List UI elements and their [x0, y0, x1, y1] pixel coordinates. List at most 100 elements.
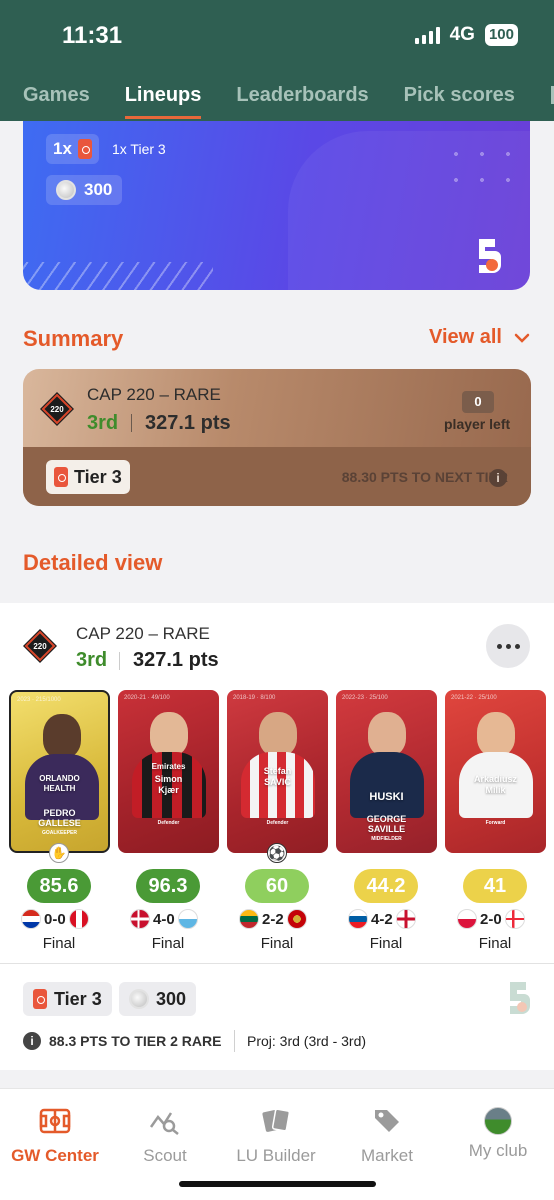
player-score: 85.6 — [27, 869, 91, 903]
scout-icon — [149, 1112, 179, 1135]
card-player-last-name: Milik — [485, 785, 506, 795]
signal-icon — [414, 26, 440, 44]
app-header: 11:31 4G 100 Games Lineups Leaderboards … — [0, 0, 554, 121]
tab-lineups[interactable]: Lineups — [124, 84, 201, 119]
player-score: 44.2 — [354, 869, 418, 903]
coin-icon — [56, 180, 76, 200]
card-player-last-name: SAVIĆ — [264, 777, 291, 787]
nav-my-club[interactable]: My club — [443, 1107, 553, 1161]
ball-icon: ⚽ — [267, 843, 287, 863]
match-status: Final — [42, 935, 76, 952]
coin-chip: 300 — [46, 175, 123, 205]
tier-card-icon — [77, 139, 92, 159]
card-sponsor: Emirates — [151, 762, 186, 771]
card-sponsor: ORLANDO — [39, 774, 80, 783]
multiplier-chip: 1x — [46, 134, 99, 164]
competition-diamond-icon: 220 — [40, 392, 74, 426]
detail-tier-chip: Tier 3 — [23, 982, 112, 1016]
club-avatar-icon — [484, 1107, 512, 1135]
detail-competition-name: CAP 220 – RARE — [76, 624, 210, 643]
coin-icon — [129, 989, 149, 1009]
card-sponsor: HEALTH — [43, 784, 76, 793]
card-player-last-name: SAVILLE — [367, 824, 406, 834]
card-player-first-name: Stefan — [263, 766, 292, 776]
northern-ireland-flag-icon — [395, 909, 416, 929]
sorare-logo-icon — [479, 239, 501, 273]
player-card-kjaer[interactable]: 2020-21 · 49/100 Emirates Simon Kjær Def… — [118, 690, 219, 853]
players-left-label: player left — [444, 416, 511, 432]
peru-flag-icon — [68, 909, 89, 929]
summary-tier-chip: Tier 3 — [46, 460, 130, 494]
san-marino-flag-icon — [177, 909, 198, 929]
card-position: Defender — [157, 820, 180, 826]
info-icon[interactable]: i — [23, 1032, 41, 1050]
card-player-last-name: Kjær — [158, 785, 179, 795]
reward-card[interactable]: 1x 1x Tier 3 300 — [23, 121, 530, 290]
tab-games[interactable]: Games — [23, 84, 90, 107]
player-card-gallese[interactable]: 2023 · 215/1000 ORLANDO HEALTH PEDRO GAL… — [9, 690, 110, 853]
nav-scout[interactable]: Scout — [110, 1107, 220, 1166]
tier-card-icon — [54, 467, 68, 487]
tag-icon — [375, 1110, 399, 1132]
match-result: 2-2 — [239, 909, 307, 929]
info-icon[interactable]: i — [489, 469, 507, 487]
card-player-first-name: Arkadiusz — [473, 774, 517, 784]
match-status: Final — [260, 935, 294, 952]
pts-to-tier-text: 88.3 PTS TO TIER 2 RARE — [49, 1033, 222, 1049]
card-player-last-name: GALLESE — [38, 818, 81, 828]
card-position: MIDFIELDER — [371, 836, 402, 842]
lithuania-flag-icon — [239, 909, 259, 929]
card-player-first-name: Simon — [154, 774, 183, 784]
summary-competition-name: CAP 220 – RARE — [87, 385, 221, 404]
card-player-first-name: GEORGE — [366, 814, 407, 824]
nav-lu-builder[interactable]: LU Builder — [221, 1107, 331, 1166]
next-tier-text: 88.30 PTS TO NEXT TIER — [341, 469, 508, 485]
match-status: Final — [151, 935, 185, 952]
view-all-button[interactable]: View all — [429, 326, 530, 349]
summary-title: Summary — [23, 326, 124, 351]
card-position: Defender — [266, 820, 289, 826]
players-left-count: 0 — [462, 391, 494, 413]
match-result: 2-0 — [457, 909, 525, 929]
svg-text:220: 220 — [50, 405, 64, 414]
detail-rank: 3rd — [76, 649, 108, 671]
projection-text: Proj: 3rd (3rd - 3rd) — [247, 1033, 367, 1049]
summary-points: 327.1 pts — [145, 412, 231, 434]
card-player-first-name: PEDRO — [43, 808, 76, 818]
match-result: 4-0 — [130, 909, 198, 929]
sorare-logo-icon — [510, 982, 530, 1014]
match-status: Final — [478, 935, 512, 952]
tab-leaderboards[interactable]: Leaderboards — [236, 84, 368, 107]
decorative-stripes — [23, 262, 213, 290]
top-tabs: Games Lineups Leaderboards Pick scores — [23, 84, 515, 119]
competition-diamond-icon: 220 — [23, 629, 57, 663]
nav-market[interactable]: Market — [332, 1107, 442, 1166]
slovenia-flag-icon — [348, 909, 368, 929]
card-sponsor: HUSKI — [369, 791, 404, 803]
status-indicators: 4G 100 — [414, 24, 518, 46]
match-result: 4-2 — [348, 909, 416, 929]
cards-icon — [262, 1108, 291, 1132]
home-indicator — [179, 1181, 376, 1187]
status-time: 11:31 — [62, 22, 123, 49]
player-score: 60 — [245, 869, 309, 903]
nav-gw-center[interactable]: GW Center — [0, 1107, 110, 1166]
paraguay-flag-icon — [21, 909, 41, 929]
player-score: 41 — [463, 869, 527, 903]
player-card-milik[interactable]: 2021-22 · 25/100 Arkadiusz Milik Forward — [445, 690, 546, 853]
detail-points: 327.1 pts — [133, 649, 219, 671]
player-card-saville[interactable]: 2022-23 · 25/100 HUSKI GEORGE SAVILLE MI… — [336, 690, 437, 853]
tab-pick-scores[interactable]: Pick scores — [404, 84, 515, 107]
chevron-down-icon — [514, 333, 530, 343]
denmark-flag-icon — [130, 909, 150, 929]
card-position: GOALKEEPER — [41, 830, 77, 836]
more-options-button[interactable] — [486, 624, 530, 668]
battery-icon: 100 — [484, 24, 518, 46]
faroe-islands-flag-icon — [504, 909, 525, 929]
poland-flag-icon — [457, 909, 477, 929]
pitch-icon — [39, 1108, 71, 1134]
card-position: Forward — [485, 820, 506, 826]
player-card-savic[interactable]: 2018-19 · 8/100 Stefan SAVIĆ Defender — [227, 690, 328, 853]
network-type: 4G — [449, 24, 475, 45]
detailed-view-title: Detailed view — [23, 550, 163, 575]
